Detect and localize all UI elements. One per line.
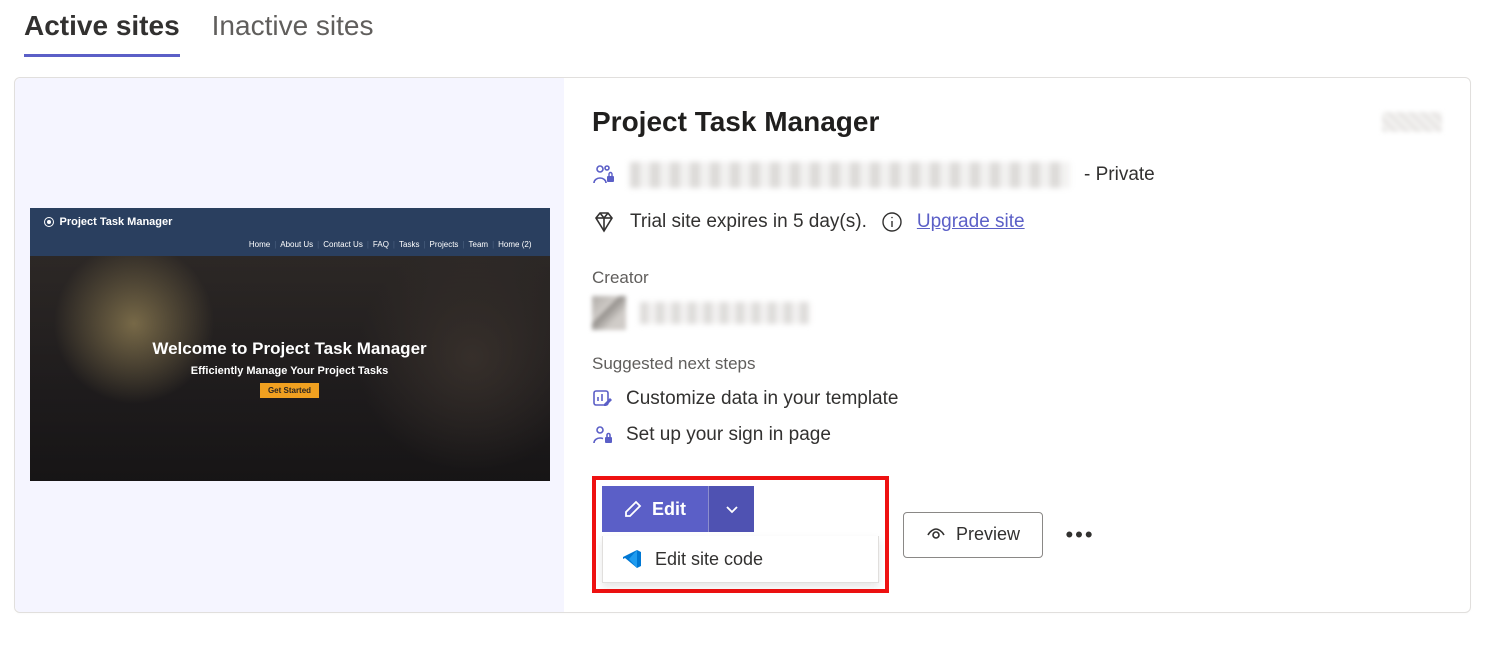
tab-active-sites[interactable]: Active sites xyxy=(24,10,180,57)
preview-button[interactable]: Preview xyxy=(903,512,1043,558)
diamond-icon xyxy=(592,210,616,234)
thumb-menu-item: Projects xyxy=(430,240,459,249)
thumb-hero-cta: Get Started xyxy=(260,383,319,398)
person-lock-icon xyxy=(592,424,614,446)
step-label: Customize data in your template xyxy=(626,388,898,410)
edit-dropdown-menu: Edit site code xyxy=(602,536,879,583)
creator-avatar xyxy=(592,296,626,330)
detail-column: Project Task Manager - Private xyxy=(564,78,1470,612)
chevron-down-icon xyxy=(724,501,740,517)
upgrade-site-link[interactable]: Upgrade site xyxy=(917,211,1025,233)
suggested-steps-label: Suggested next steps xyxy=(592,354,1442,374)
edit-label: Edit xyxy=(652,499,686,520)
edit-site-code-item[interactable]: Edit site code xyxy=(603,536,878,582)
thumb-nav: Project Task Manager xyxy=(30,208,550,236)
more-actions-button[interactable]: ••• xyxy=(1057,512,1103,558)
preview-icon xyxy=(926,525,946,545)
tabs-bar: Active sites Inactive sites xyxy=(0,0,1485,57)
thumb-hero-heading: Welcome to Project Task Manager xyxy=(152,339,426,359)
edit-button[interactable]: Edit xyxy=(602,486,708,532)
thumb-menu-item: About Us xyxy=(280,240,313,249)
thumb-menu-item: Tasks xyxy=(399,240,419,249)
site-thumbnail[interactable]: Project Task Manager Home| About Us| Con… xyxy=(30,208,550,481)
thumb-menu: Home| About Us| Contact Us| FAQ| Tasks| … xyxy=(30,236,550,256)
step-customize-data[interactable]: Customize data in your template xyxy=(592,388,1442,410)
pencil-icon xyxy=(624,500,642,518)
trial-text: Trial site expires in 5 day(s). xyxy=(630,211,867,233)
thumb-menu-item: FAQ xyxy=(373,240,389,249)
tab-inactive-sites[interactable]: Inactive sites xyxy=(212,10,374,57)
thumb-hero: Welcome to Project Task Manager Efficien… xyxy=(30,256,550,481)
thumb-site-title: Project Task Manager xyxy=(60,216,173,228)
chart-edit-icon xyxy=(592,388,614,410)
vscode-icon xyxy=(621,548,643,570)
thumb-menu-item: Home xyxy=(249,240,270,249)
info-icon[interactable] xyxy=(881,211,903,233)
preview-label: Preview xyxy=(956,524,1020,545)
visibility-text: - Private xyxy=(1084,164,1155,186)
site-card: Project Task Manager Home| About Us| Con… xyxy=(14,77,1471,613)
creator-label: Creator xyxy=(592,268,1442,288)
edit-site-code-label: Edit site code xyxy=(655,549,763,570)
people-lock-icon xyxy=(592,163,616,187)
thumb-menu-item: Home (2) xyxy=(498,240,531,249)
thumb-hero-subheading: Efficiently Manage Your Project Tasks xyxy=(191,365,388,377)
highlight-annotation: Edit xyxy=(592,476,889,593)
thumb-menu-item: Contact Us xyxy=(323,240,363,249)
thumb-menu-item: Team xyxy=(469,240,489,249)
step-signin-page[interactable]: Set up your sign in page xyxy=(592,424,1442,446)
thumbnail-column: Project Task Manager Home| About Us| Con… xyxy=(15,78,564,612)
more-icon: ••• xyxy=(1065,522,1094,548)
redacted-chip xyxy=(1382,112,1442,132)
site-title: Project Task Manager xyxy=(592,106,879,138)
edit-dropdown-toggle[interactable] xyxy=(708,486,754,532)
edit-split-button: Edit xyxy=(602,486,754,532)
thumb-logo-icon xyxy=(44,217,54,227)
step-label: Set up your sign in page xyxy=(626,424,831,446)
redacted-url xyxy=(630,162,1070,188)
redacted-creator-name xyxy=(640,302,810,324)
